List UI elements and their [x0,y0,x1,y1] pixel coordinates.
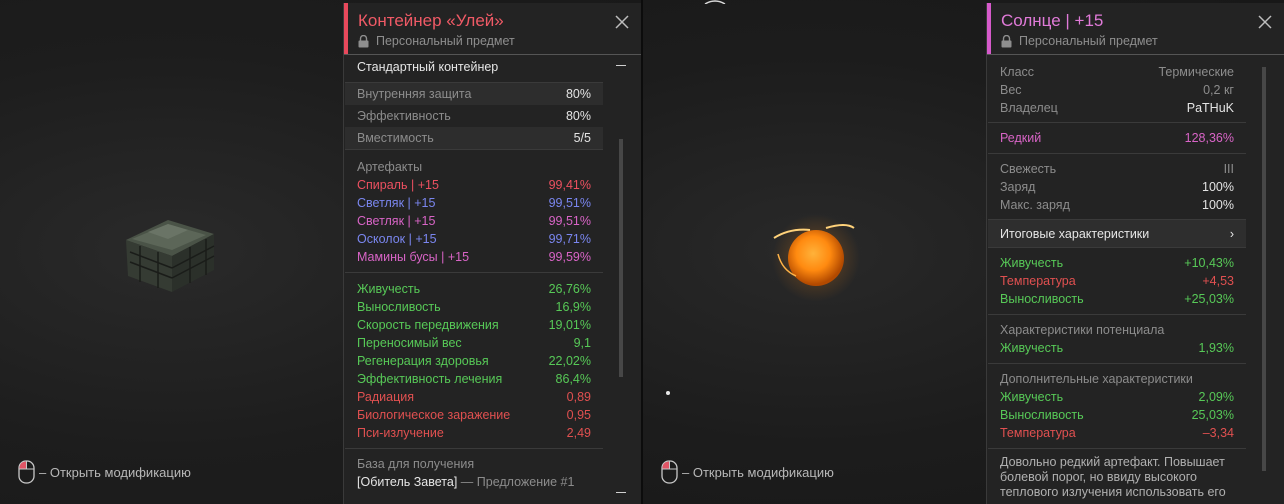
effect-row: Живучесть 26,76% [357,282,591,296]
close-icon[interactable] [1258,15,1272,29]
condition-row: Заряд 100% [1000,180,1234,194]
container-hive-image [126,220,215,292]
artifacts-header: Артефакты [357,160,423,174]
effect-row: Пси-излучение 2,49 [357,426,591,440]
item-title: Контейнер «Улей» [358,11,504,30]
source-line[interactable]: [Обитель Завета] — Предложение #1 [357,473,591,491]
cursor-dot [666,391,670,395]
artifact-row[interactable]: Мамины бусы | +15 99,59% [357,248,591,266]
panel-header: Солнце | +15 Персональный предмет [987,3,1284,55]
extra-row: Выносливость 25,03% [1000,408,1234,422]
sun-artifact-image [772,214,860,302]
lock-icon [358,34,369,47]
personal-item-label: Персональный предмет [376,34,515,48]
scrollbar-thumb[interactable] [1262,67,1266,471]
item-title: Солнце | +15 [1001,11,1104,30]
summary-stats-button[interactable]: Итоговые характеристики › [988,220,1246,248]
info-row: Владелец PaTHuK [1000,101,1234,115]
rarity-row: Редкий 128,36% [1000,131,1234,145]
extra-row: Температура –3,34 [1000,426,1234,440]
info-row: Класс Термические [1000,65,1234,79]
artifact-row[interactable]: Светляк | +15 99,51% [357,194,591,212]
item-description: Довольно редкий артефакт. Повышает болев… [1000,455,1226,499]
chevron-right-icon: › [1229,226,1234,241]
scrollbar[interactable] [1257,59,1271,504]
mouse-icon [18,460,35,484]
effect-row: Скорость передвижения 19,01% [357,318,591,332]
mouse-icon [661,460,678,484]
effect-row: Биологическое заражение 0,95 [357,408,591,422]
extra-header: Дополнительные характеристики [1000,372,1193,386]
total-row: Выносливость +25,03% [1000,292,1234,306]
effect-row: Выносливость 16,9% [357,300,591,314]
effect-row: Переносимый вес 9,1 [357,336,591,350]
personal-item-row: Персональный предмет [358,34,515,48]
effect-row: Радиация 0,89 [357,390,591,404]
condition-row: Свежесть III [1000,162,1234,176]
condition-row: Макс. заряд 100% [1000,198,1234,212]
effect-row: Регенерация здоровья 22,02% [357,354,591,368]
total-row: Живучесть +10,43% [1000,256,1234,270]
open-modification-label: – Открыть модификацию [682,464,834,480]
container-type: Стандартный контейнер [357,60,499,74]
open-modification-hint-right: – Открыть модификацию [661,460,834,484]
panel-body[interactable]: Стандартный контейнер Внутренняя защита 8… [345,56,603,504]
artifact-row[interactable]: Спираль | +15 99,41% [357,176,591,194]
personal-item-label: Персональный предмет [1019,34,1158,48]
stat-row: Вместимость 5/5 [345,127,603,149]
extra-row: Живучесть 2,09% [1000,390,1234,404]
source-header: База для получения [357,457,475,471]
lock-icon [1001,34,1012,47]
artifact-row[interactable]: Осколок | +15 99,71% [357,230,591,248]
artifact-row[interactable]: Светляк | +15 99,51% [357,212,591,230]
scrollbar[interactable] [614,59,628,504]
top-decoration [704,0,726,4]
scrollbar-thumb[interactable] [619,139,623,377]
potential-row: Живучесть 1,93% [1000,341,1234,355]
stat-row: Внутренняя защита 80% [345,83,603,105]
open-modification-label: – Открыть модификацию [39,464,191,480]
stat-row: Эффективность 80% [357,109,591,123]
effect-row: Эффективность лечения 86,4% [357,372,591,386]
personal-item-row: Персональный предмет [1001,34,1158,48]
panel-header: Контейнер «Улей» Персональный предмет [344,3,641,55]
artifact-tooltip-panel: Солнце | +15 Персональный предмет Класс Т… [986,3,1284,504]
potential-header: Характеристики потенциала [1000,323,1165,337]
panel-body[interactable]: Класс Термические Вес 0,2 кг Владелец PaTHu… [988,56,1246,504]
close-icon[interactable] [615,15,629,29]
container-tooltip-panel: Контейнер «Улей» Персональный предмет Ст… [343,3,641,504]
total-row: Температура +4,53 [1000,274,1234,288]
open-modification-hint: – Открыть модификацию [18,460,191,484]
info-row: Вес 0,2 кг [1000,83,1234,97]
